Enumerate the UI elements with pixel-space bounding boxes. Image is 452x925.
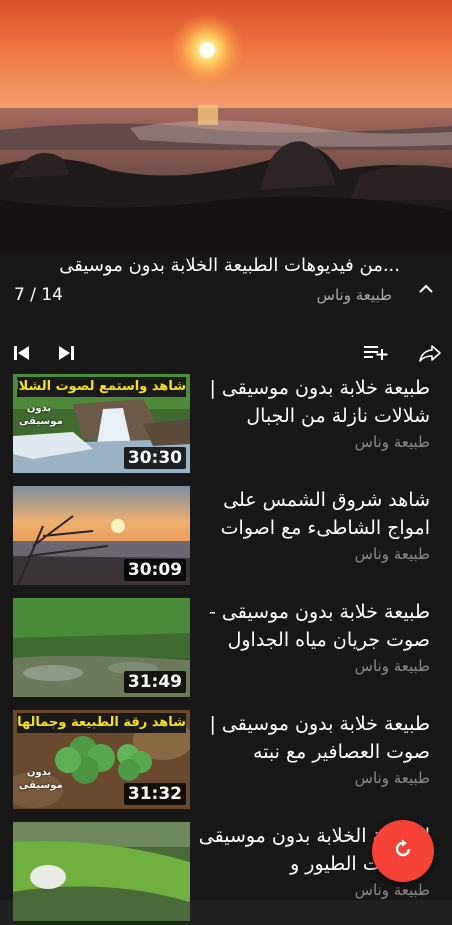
playlist-meta: 7 / 14 طبيعة وناس	[14, 285, 392, 305]
playlist-title: ...من فيديوهات الطبيعة الخلابة بدون موسي…	[59, 255, 400, 276]
thumbnail-caption: شاهد رقة الطبيعة وجمالها	[17, 713, 186, 733]
video-thumbnail[interactable]: 31:49	[13, 598, 190, 697]
refresh-fab-button[interactable]	[372, 820, 434, 882]
video-title[interactable]: طبيعة خلابة بدون موسيقى | شلالات نازلة م…	[198, 374, 430, 430]
list-item[interactable]: شاهد واستمع لصوت الشلال بدون موسيقى 30:3…	[0, 365, 452, 477]
playlist-channel: طبيعة وناس	[316, 286, 392, 304]
chevron-up-icon[interactable]	[414, 277, 438, 301]
video-channel: طبيعة وناس	[354, 433, 430, 451]
duration-badge: 30:30	[123, 447, 186, 469]
video-thumbnail[interactable]: شاهد واستمع لصوت الشلال بدون موسيقى 30:3…	[13, 374, 190, 473]
duration-badge: 30:09	[123, 559, 186, 581]
video-thumbnail[interactable]	[13, 822, 190, 921]
video-info: طبيعة خلابة بدون موسيقى | شلالات نازلة م…	[198, 374, 430, 454]
video-title[interactable]: شاهد شروق الشمس على امواج الشاطىء مع اصو…	[198, 486, 430, 542]
duration-badge: 31:49	[123, 671, 186, 693]
video-channel: طبيعة وناس	[354, 657, 430, 675]
share-icon[interactable]	[416, 339, 444, 367]
video-title[interactable]: طبيعة خلابة بدون موسيقى | صوت العصافير م…	[198, 710, 430, 766]
list-item[interactable]: 30:09 شاهد شروق الشمس على امواج الشاطىء …	[0, 477, 452, 589]
video-frame-sunset	[0, 0, 452, 255]
duration-badge: 31:32	[123, 783, 186, 805]
playlist-position: 7 / 14	[14, 285, 63, 305]
mossy-log-thumbnail-image	[13, 822, 190, 921]
playlist-add-icon[interactable]	[362, 339, 390, 367]
video-channel: طبيعة وناس	[354, 769, 430, 787]
video-info: طبيعة خلابة بدون موسيقى - صوت جريان مياه…	[198, 598, 430, 678]
thumbnail-badge: بدون موسيقى	[19, 403, 63, 427]
playlist-panel: ...من فيديوهات الطبيعة الخلابة بدون موسي…	[0, 255, 452, 921]
video-thumbnail[interactable]: شاهد رقة الطبيعة وجمالها بدون موسيقى 31:…	[13, 710, 190, 809]
video-thumbnail[interactable]: 30:09	[13, 486, 190, 585]
video-info: شاهد شروق الشمس على امواج الشاطىء مع اصو…	[198, 486, 430, 566]
thumbnail-caption: شاهد واستمع لصوت الشلال	[17, 377, 186, 397]
playlist-header[interactable]: ...من فيديوهات الطبيعة الخلابة بدون موسي…	[0, 255, 452, 331]
skip-next-icon[interactable]	[52, 339, 80, 367]
video-info: طبيعة خلابة بدون موسيقى | صوت العصافير م…	[198, 710, 430, 790]
list-item[interactable]: شاهد رقة الطبيعة وجمالها بدون موسيقى 31:…	[0, 701, 452, 813]
thumbnail-badge: بدون موسيقى	[19, 767, 63, 791]
list-item[interactable]: 31:49 طبيعة خلابة بدون موسيقى - صوت جريا…	[0, 589, 452, 701]
video-channel: طبيعة وناس	[354, 545, 430, 563]
video-channel: طبيعة وناس	[354, 881, 430, 899]
skip-previous-icon[interactable]	[8, 339, 36, 367]
refresh-icon	[392, 838, 414, 864]
video-player[interactable]	[0, 0, 452, 255]
video-title[interactable]: طبيعة خلابة بدون موسيقى - صوت جريان مياه…	[198, 598, 430, 654]
